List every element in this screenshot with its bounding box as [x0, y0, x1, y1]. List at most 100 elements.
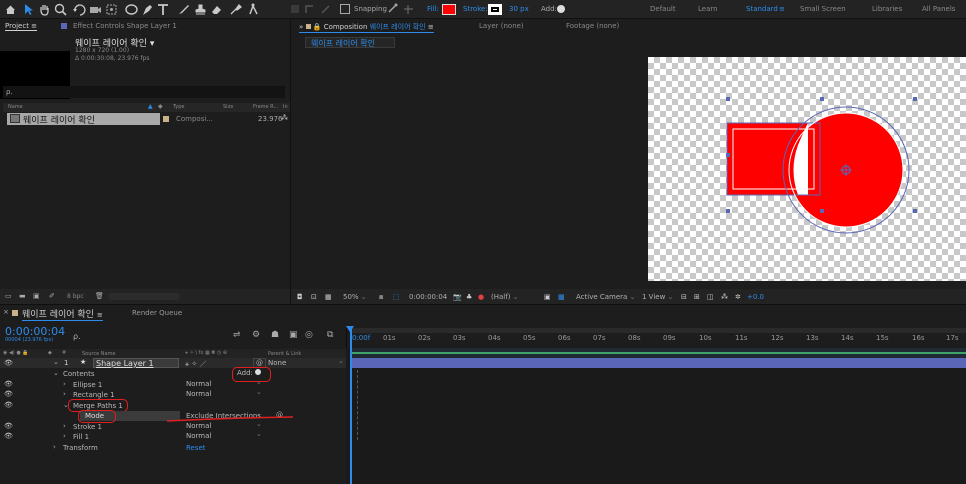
title-safe-icon[interactable]: ⬚ [393, 293, 400, 301]
close-tab-icon[interactable]: × [3, 308, 9, 316]
tab-effect-controls[interactable]: Effect Controls Shape Layer 1 [73, 22, 177, 30]
fill-blend-mode[interactable]: Normal [186, 430, 263, 440]
layer-duration-bar[interactable] [351, 358, 966, 368]
workspace-learn[interactable]: Learn [698, 5, 718, 13]
camera-select[interactable]: Active Camera ⌄ [576, 293, 635, 301]
local-axis-icon[interactable] [288, 2, 303, 17]
layer-switches[interactable]: ⚹ ✧ ／ [185, 359, 207, 369]
type-tool-icon[interactable] [156, 2, 171, 17]
col-parent-link[interactable]: Parent & Link [268, 351, 301, 357]
rectangle-eye-icon[interactable]: 👁 [4, 390, 13, 398]
shy-layers-icon[interactable]: ☗ [271, 330, 279, 340]
ellipse-expand-icon[interactable]: › [63, 380, 66, 388]
tab-layer[interactable]: Layer (none) [479, 22, 524, 30]
fill-row[interactable]: 👁 › Fill 1 Normal [0, 430, 346, 442]
fill-eye-icon[interactable]: 👁 [4, 432, 13, 440]
show-snapshot-icon[interactable]: ♣ [466, 293, 472, 301]
pan-behind-tool-icon[interactable] [104, 2, 119, 17]
rectangle-expand-icon[interactable]: › [63, 390, 66, 398]
fill-color-swatch[interactable] [442, 4, 456, 15]
visibility-eye-icon[interactable]: 👁 [4, 359, 13, 367]
merge-paths-eye-icon[interactable]: 👁 [4, 401, 13, 409]
layer-row[interactable]: 👁 ⌄ 1 ★ Shape Layer 1 ⚹ ✧ ／ @ None [0, 357, 346, 369]
stroke-row[interactable]: 👁 › Stroke 1 Normal [0, 420, 346, 432]
draft-3d-icon[interactable]: ⚙ [252, 330, 260, 340]
col-frame-rate[interactable]: Frame R... [253, 104, 278, 110]
workspace-small-screen[interactable]: Small Screen [800, 5, 846, 13]
contents-expand-icon[interactable]: ⌄ [53, 369, 59, 377]
puppet-tool-icon[interactable] [246, 2, 261, 17]
interpret-footage-icon[interactable]: ▭ [5, 292, 12, 300]
adjust-icon[interactable]: ✐ [49, 292, 55, 300]
view-axis-icon[interactable] [318, 2, 333, 17]
track-area[interactable] [346, 348, 966, 484]
pen-tool-icon[interactable] [140, 2, 155, 17]
transform-expand-icon[interactable]: › [53, 443, 56, 451]
col-source-name[interactable]: Source Name [82, 351, 116, 357]
layer-expand-icon[interactable]: ⌄ [53, 358, 59, 366]
col-size[interactable]: Size [223, 104, 233, 110]
snap-options-icon[interactable] [401, 2, 416, 17]
exposure-value[interactable]: +0.0 [747, 293, 764, 301]
workspace-all-panels[interactable]: All Panels [922, 5, 955, 13]
resolution-select[interactable]: (Half) ⌄ [491, 293, 519, 301]
stroke-width-value[interactable]: 30 px [509, 5, 529, 13]
snap-magnet-icon[interactable] [385, 2, 400, 17]
playhead[interactable] [350, 328, 352, 484]
zoom-value[interactable]: 50% ⌄ [343, 293, 367, 301]
eraser-tool-icon[interactable] [209, 2, 224, 17]
current-timecode[interactable]: 0:00:00:04 [409, 293, 447, 301]
roi-icon[interactable]: ▣ [544, 293, 551, 301]
fast-preview-icon[interactable]: ⊞ [694, 293, 700, 301]
contents-row[interactable]: ⌄ Contents Add: [0, 369, 346, 379]
workspace-libraries[interactable]: Libraries [872, 5, 902, 13]
col-name[interactable]: Name [8, 104, 23, 110]
world-axis-icon[interactable] [302, 2, 317, 17]
transform-reset[interactable]: Reset [186, 444, 206, 452]
project-search-input[interactable]: ρ. [3, 86, 285, 98]
time-ruler[interactable]: 0:00f 01s 02s 03s 04s 05s 06s 07s 08s 09… [346, 328, 966, 348]
col-type[interactable]: Type [173, 104, 184, 110]
exposure-icon[interactable]: ✲ [735, 293, 741, 301]
stroke-eye-icon[interactable]: 👁 [4, 422, 13, 430]
col-in[interactable]: In [283, 104, 288, 110]
tab-render-queue[interactable]: Render Queue [132, 309, 182, 317]
region-icon[interactable]: ⊡ [311, 293, 317, 301]
snapping-checkbox[interactable] [340, 4, 350, 14]
parent-select[interactable]: None [268, 357, 344, 367]
frame-blending-icon[interactable]: ▣ [289, 330, 298, 340]
layer-name[interactable]: Shape Layer 1 [93, 358, 179, 368]
view-layout-select[interactable]: 1 View ⌄ [642, 293, 673, 301]
rectangle-row[interactable]: 👁 › Rectangle 1 Normal [0, 388, 346, 400]
stroke-blend-mode[interactable]: Normal [186, 420, 263, 430]
grid-icon[interactable]: ▦ [325, 293, 332, 301]
always-preview-icon[interactable]: ◘ [297, 293, 303, 301]
shape-layer-preview[interactable] [648, 57, 966, 281]
brush-tool-icon[interactable] [176, 2, 191, 17]
workspace-standard[interactable]: Standard [746, 5, 778, 13]
toggle-pixel-icon[interactable]: ⊟ [681, 293, 687, 301]
project-item-row[interactable]: 웨이프 레이어 확인 Composi... 23.976 ⁂ [3, 113, 290, 126]
thumbnail-scrollbar[interactable] [108, 293, 180, 300]
ellipse-row[interactable]: 👁 › Ellipse 1 Normal [0, 378, 346, 390]
comp-breadcrumb[interactable]: 웨이프 레이어 확인 [305, 37, 395, 48]
tab-timeline[interactable]: 웨이프 레이어 확인 ≡ [22, 307, 103, 321]
work-area-bar[interactable] [350, 328, 966, 333]
clone-stamp-tool-icon[interactable] [193, 2, 208, 17]
rotate-tool-icon[interactable] [72, 2, 87, 17]
comp-mini-flowchart-icon[interactable]: ⇌ [233, 330, 241, 340]
flowchart-icon[interactable]: ⁂ [721, 293, 728, 301]
motion-blur-icon[interactable]: ◎ [305, 330, 313, 340]
stroke-expand-icon[interactable]: › [63, 422, 66, 430]
ellipse-tool-icon[interactable] [124, 2, 139, 17]
transform-row[interactable]: › Transform Reset [0, 443, 346, 453]
tab-footage[interactable]: Footage (none) [566, 22, 619, 30]
workspace-menu-icon[interactable]: ≡ [779, 5, 785, 13]
graph-editor-icon[interactable]: ⧉ [327, 330, 333, 340]
tab-project[interactable]: Project ≡ [5, 22, 38, 31]
snapshot-icon[interactable]: 📷 [453, 293, 462, 301]
roto-brush-tool-icon[interactable] [228, 2, 243, 17]
timeline-icon[interactable]: ◫ [707, 293, 714, 301]
transparency-grid-icon[interactable]: ▩ [558, 293, 565, 301]
fit-icon[interactable]: ⧈ [379, 293, 383, 302]
